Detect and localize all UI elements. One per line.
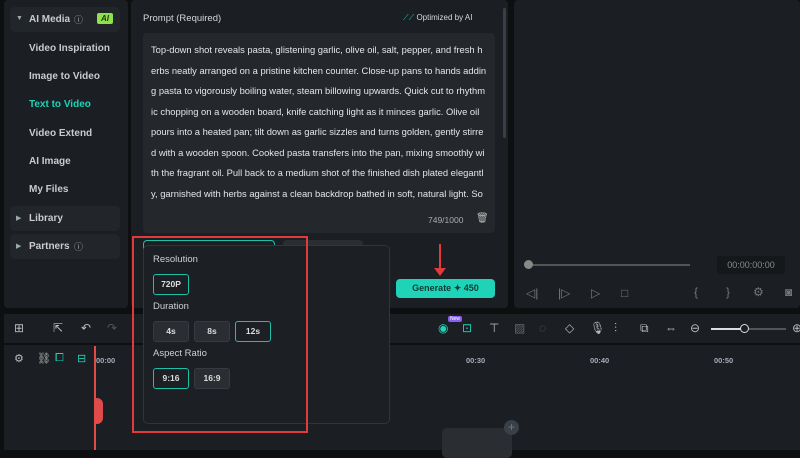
stop-icon[interactable]: □ — [621, 286, 628, 300]
text-to-clip-icon[interactable]: ⊤ — [489, 321, 499, 335]
sidebar-group-ai-media[interactable]: ▼ AI Media ⓘ AI — [10, 7, 120, 32]
slider-knob[interactable] — [524, 260, 533, 269]
zoom-in-icon[interactable]: ⊕ — [792, 321, 800, 335]
ruler-tick: 00:00 — [96, 356, 116, 365]
timecode: 00:00:00:00 — [717, 256, 785, 274]
generate-button[interactable]: Generate ✦ 450 — [396, 279, 495, 298]
aspect-9-16[interactable]: 9:16 — [153, 368, 189, 389]
unlink-icon[interactable]: ⛓ — [37, 352, 51, 365]
sidebar-item-text-to-video[interactable]: Text to Video — [29, 99, 91, 110]
sidebar-item-image-to-video[interactable]: Image to Video — [29, 71, 100, 82]
ai-tool-icon[interactable]: ⊡ — [462, 321, 472, 335]
track-icon[interactable]: ⊟ — [77, 352, 86, 365]
prompt-label: Prompt (Required) — [143, 13, 222, 24]
ai-badge: AI — [97, 13, 113, 24]
select-tool-icon[interactable]: ⇱ — [53, 321, 63, 335]
link-clip-icon[interactable]: ⧠ — [55, 352, 64, 365]
layout-grid-icon[interactable]: ⊞ — [14, 321, 24, 335]
progress-slider[interactable] — [528, 264, 690, 266]
new-badge: New — [448, 316, 463, 322]
camera-icon[interactable]: ◙ — [785, 285, 792, 299]
duration-12s[interactable]: 12s — [235, 321, 271, 342]
mark-in-icon[interactable]: { — [694, 285, 698, 299]
playhead-handle[interactable] — [94, 398, 103, 424]
sidebar-group-library[interactable]: ▶ Library — [10, 206, 120, 231]
arrow-head — [434, 268, 446, 276]
prev-frame-icon[interactable]: ◁| — [526, 286, 538, 300]
mark-out-icon[interactable]: } — [726, 285, 730, 299]
play-icon[interactable]: ▷ — [591, 286, 600, 300]
ai-wand-icon: ⟋⟋ — [403, 13, 415, 22]
caret-right-icon: ▶ — [16, 215, 22, 222]
sidebar-item-video-inspiration[interactable]: Video Inspiration — [29, 43, 110, 54]
ruler-tick: 00:40 — [590, 356, 610, 365]
audio-mixer-icon[interactable]: ⫶ — [614, 321, 617, 336]
help-icon[interactable]: ⓘ — [74, 13, 83, 26]
sparkle-icon: ✦ — [453, 283, 462, 293]
aspect-16-9[interactable]: 16:9 — [194, 368, 230, 389]
char-count: 749/1000 — [428, 215, 464, 225]
help-icon[interactable]: ⓘ — [74, 240, 83, 253]
sidebar-item-ai-image[interactable]: AI Image — [29, 156, 71, 167]
speed-icon[interactable]: ◌ — [539, 321, 546, 335]
ai-robot-icon[interactable]: ◉ — [438, 321, 448, 335]
aspect-ratio-label: Aspect Ratio — [153, 348, 207, 359]
split-icon[interactable]: ⧉ — [640, 321, 649, 336]
zoom-out-icon[interactable]: ⊖ — [690, 321, 700, 335]
caret-down-icon: ▼ — [16, 15, 23, 22]
timeline-divider — [4, 343, 800, 345]
undo-icon[interactable]: ↶ — [81, 321, 91, 335]
sidebar-group-partners[interactable]: ▶ Partners ⓘ — [10, 234, 120, 259]
duration-label: Duration — [153, 301, 189, 312]
trash-icon[interactable]: 🗑 — [476, 213, 489, 224]
sidebar-item-my-files[interactable]: My Files — [29, 184, 68, 195]
fit-icon[interactable]: ⇔ — [665, 321, 677, 335]
drop-media-placeholder[interactable] — [442, 428, 512, 458]
duration-4s[interactable]: 4s — [153, 321, 189, 342]
track-settings-icon[interactable]: ⚙ — [14, 352, 24, 365]
image-icon[interactable]: ▨ — [514, 321, 525, 335]
microphone-icon[interactable]: 🎙 — [590, 321, 605, 335]
scrollbar[interactable] — [503, 8, 506, 138]
ruler-tick: 00:30 — [466, 356, 486, 365]
shield-icon[interactable]: ◇ — [565, 321, 574, 335]
caret-right-icon: ▶ — [16, 243, 22, 250]
add-icon[interactable]: + — [504, 420, 519, 435]
settings-gear-icon[interactable]: ⚙ — [753, 285, 764, 299]
optimized-by-ai[interactable]: ⟋⟋ Optimized by AI — [403, 13, 472, 23]
prompt-textarea[interactable]: Top-down shot reveals pasta, glistening … — [143, 33, 495, 233]
resolution-label: Resolution — [153, 254, 198, 265]
resolution-720p[interactable]: 720P — [153, 274, 189, 295]
duration-8s[interactable]: 8s — [194, 321, 230, 342]
next-frame-icon[interactable]: |▷ — [558, 286, 570, 300]
sidebar-item-video-extend[interactable]: Video Extend — [29, 128, 92, 139]
ruler-tick: 00:50 — [714, 356, 734, 365]
zoom-slider-knob[interactable] — [740, 324, 749, 333]
timeline-panel — [4, 314, 800, 450]
redo-icon[interactable]: ↷ — [107, 321, 117, 335]
